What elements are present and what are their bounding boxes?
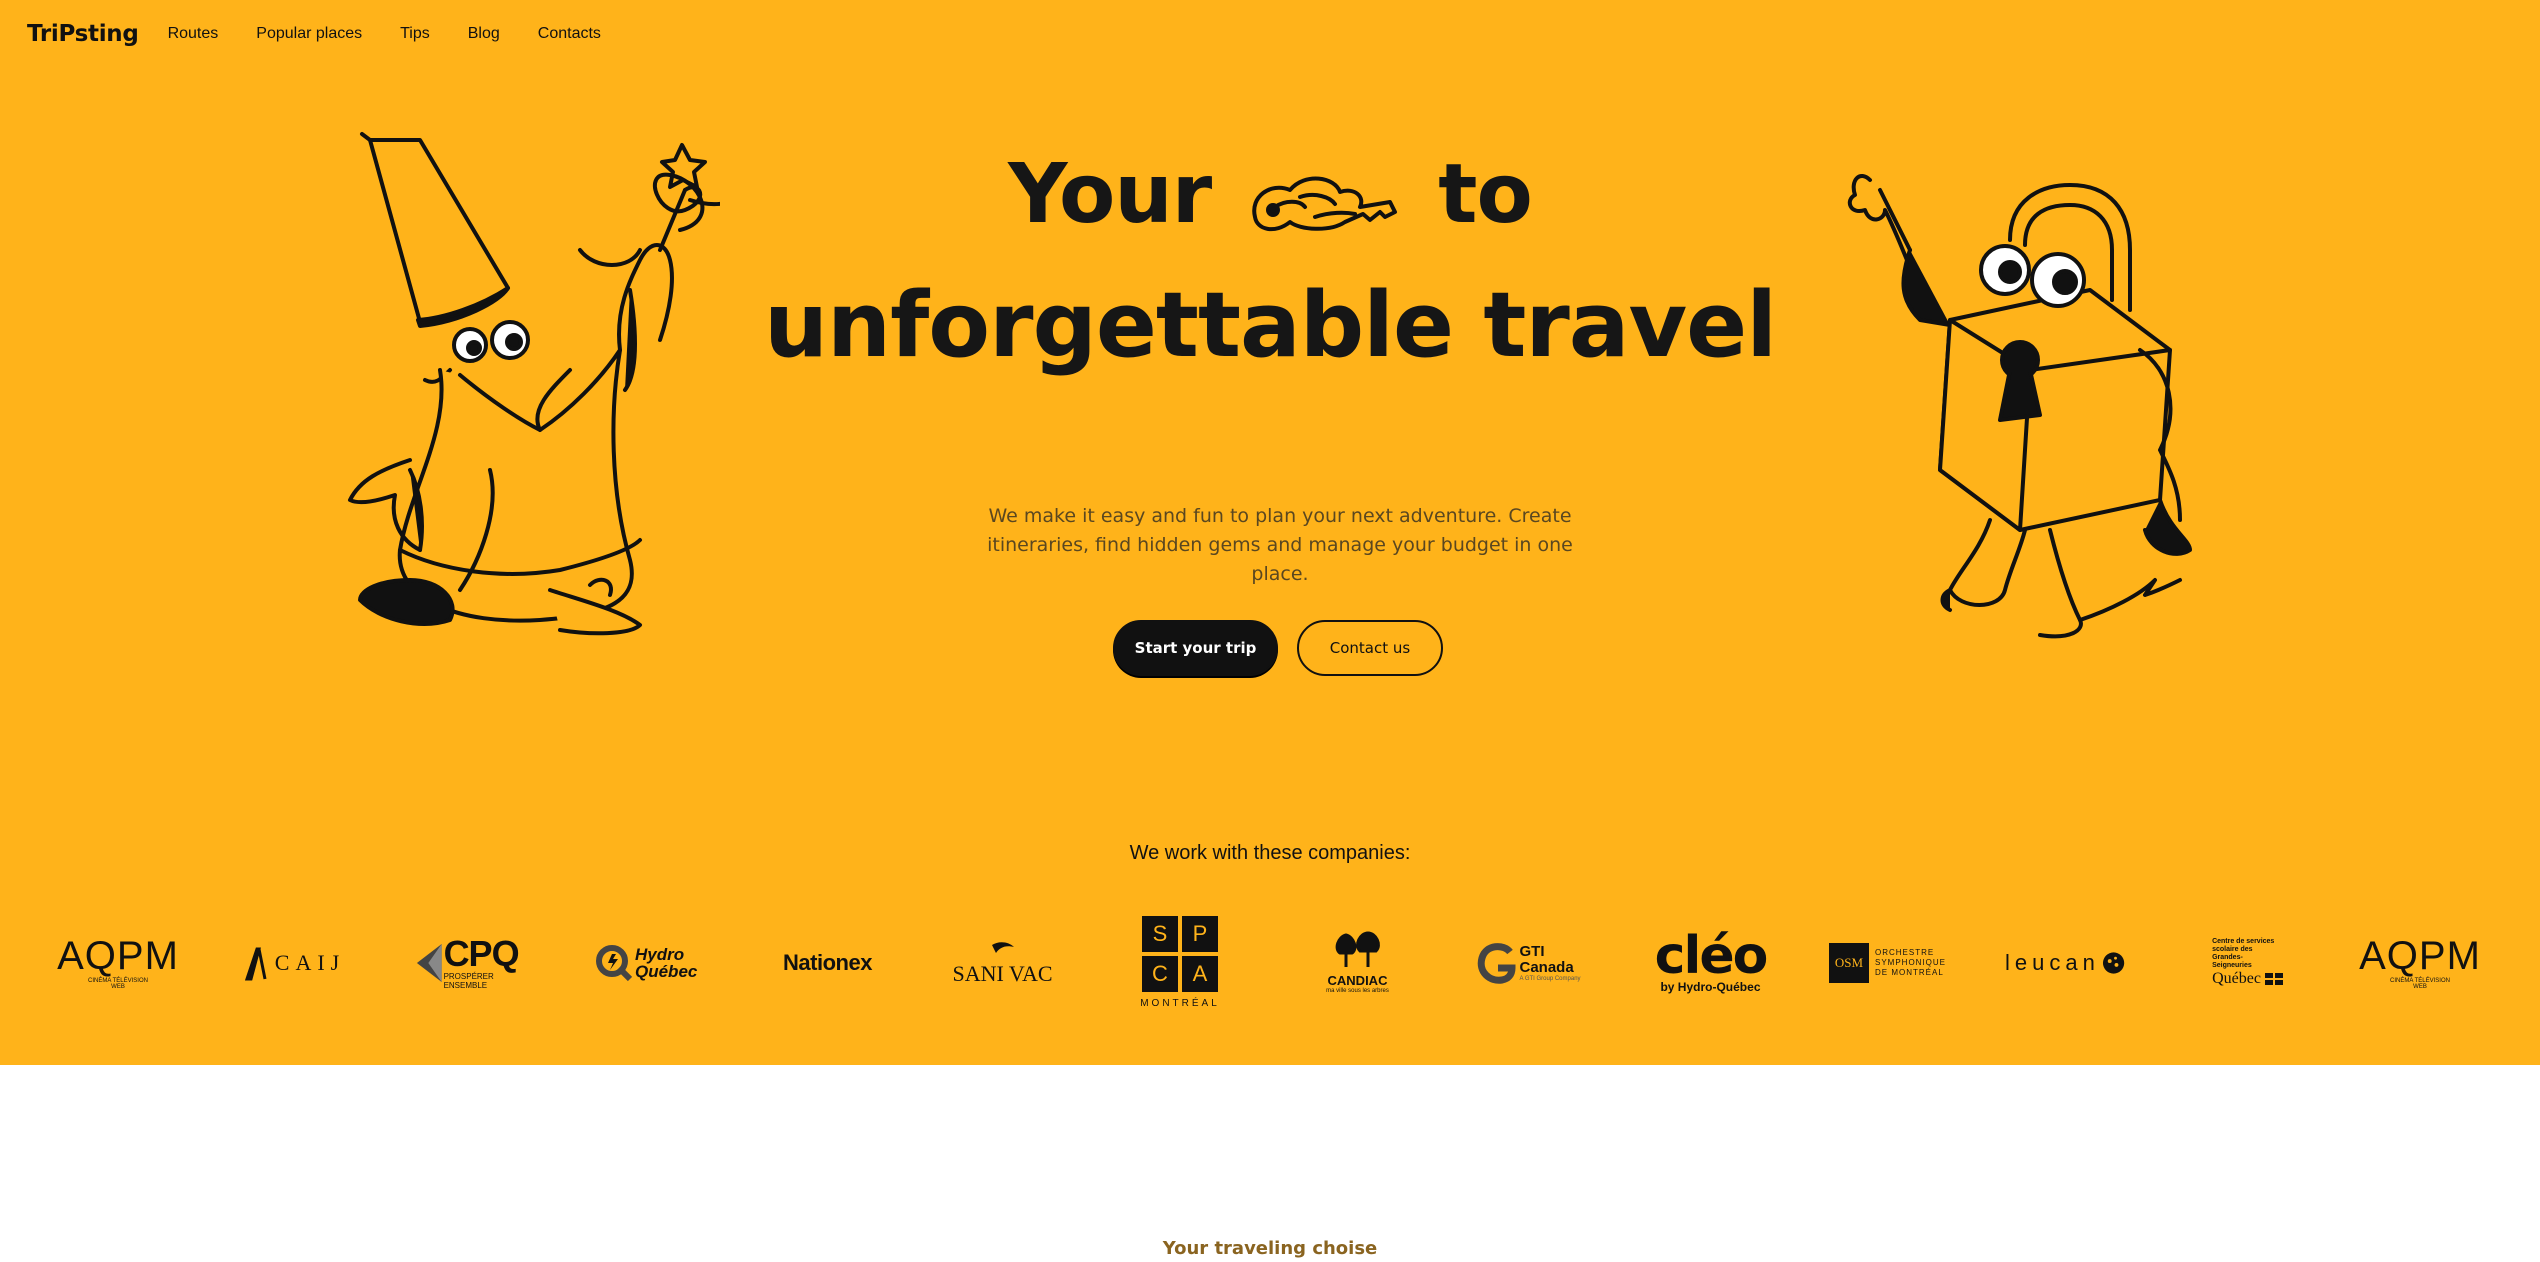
logo-candiac: CANDIAC ma ville sous les arbres <box>1300 900 1415 1025</box>
hydro-q-icon <box>596 944 633 981</box>
caij-mark-icon <box>244 947 267 980</box>
logo-css-quebec: Centre de services scolaire des Grandes-… <box>2185 900 2310 1025</box>
logo-nationex: Nationex <box>783 949 872 975</box>
logo-sanivac: SANI VAC <box>945 900 1060 1025</box>
quebec-flag-icon <box>2264 972 2283 985</box>
logo-osm: OSM ORCHESTRE SYMPHONIQUE DE MONTRÉAL <box>1828 900 1948 1025</box>
logo-cleo: cléo by Hydro-Québec <box>1654 925 1769 994</box>
nav-link-routes[interactable]: Routes <box>168 25 219 43</box>
hero-headline-line2: unforgettable travel <box>763 273 1777 378</box>
leucan-ladybug-icon <box>2102 951 2125 974</box>
logo-gti-canada: GTI Canada A GTI Group Company <box>1470 900 1595 1025</box>
key-icon <box>1245 160 1405 240</box>
logo-spca: S P C A MONTRÉAL <box>1130 900 1230 1025</box>
sanivac-mark-icon <box>991 941 1014 953</box>
nav-link-popular-places[interactable]: Popular places <box>256 25 362 43</box>
logo-leucan: leucan <box>2005 900 2125 1025</box>
companies-heading: We work with these companies: <box>1129 842 1411 864</box>
nav-link-tips[interactable]: Tips <box>400 25 430 43</box>
brand-logo[interactable]: TriPsting <box>27 21 139 47</box>
gti-g-icon <box>1477 942 1516 984</box>
start-your-trip-button[interactable]: Start your trip <box>1113 620 1278 676</box>
top-nav: TriPsting Routes Popular places Tips Blo… <box>27 18 639 50</box>
candiac-trees-icon <box>1336 931 1381 967</box>
hero-headline-line1: Your to <box>0 140 2540 250</box>
logo-aqpm-repeat: AQPM CINÉMA TÉLÉVISION WEB <box>2359 933 2481 990</box>
cpq-triangle-icon <box>416 943 442 982</box>
logo-hydro-quebec: Hydro Québec <box>590 900 720 1025</box>
logo-cpq: CPQ PROSPÉRER ENSEMBLE <box>415 900 535 1025</box>
contact-us-button[interactable]: Contact us <box>1297 620 1443 676</box>
logo-caij: CAIJ <box>235 900 355 1025</box>
nav-link-contacts[interactable]: Contacts <box>538 25 601 43</box>
company-logos-row: AQPM CINÉMA TÉLÉVISION WEB CAIJ CPQ PROS… <box>0 900 2540 1025</box>
traveling-choice-label: Your traveling choise <box>1162 1238 1378 1259</box>
logo-aqpm: AQPM CINÉMA TÉLÉVISION WEB <box>57 933 179 990</box>
nav-link-blog[interactable]: Blog <box>468 25 500 43</box>
headline-word-your: Your <box>1008 147 1212 242</box>
headline-word-to: to <box>1438 147 1533 242</box>
hero-subtitle: We make it easy and fun to plan your nex… <box>987 505 1573 585</box>
hero-section: TriPsting Routes Popular places Tips Blo… <box>0 0 2540 1065</box>
